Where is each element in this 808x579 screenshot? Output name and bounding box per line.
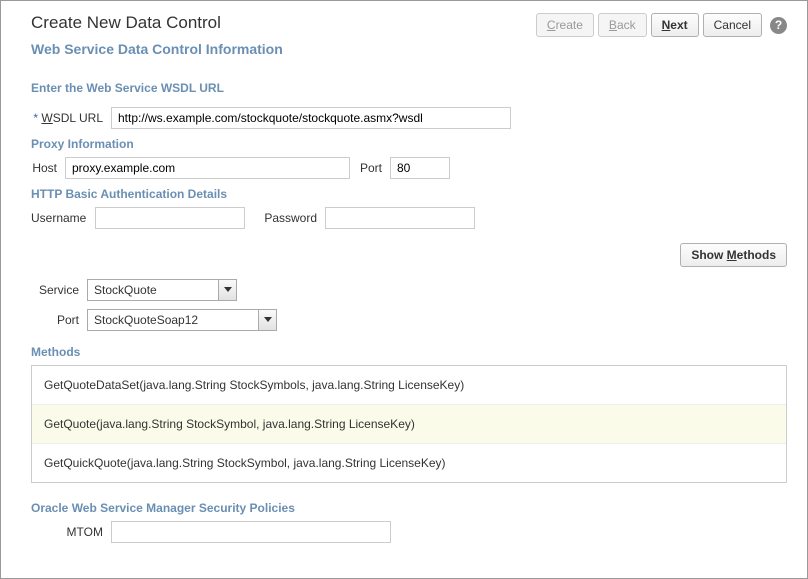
method-row[interactable]: GetQuote(java.lang.String StockSymbol, j… (32, 405, 786, 444)
chevron-down-icon[interactable] (218, 280, 236, 300)
method-row[interactable]: GetQuoteDataSet(java.lang.String StockSy… (32, 366, 786, 405)
password-input[interactable] (325, 207, 475, 229)
section-owsm: Oracle Web Service Manager Security Poli… (31, 501, 787, 515)
wsdl-url-input[interactable] (111, 107, 511, 129)
username-label: Username (31, 211, 95, 225)
wsdl-url-label: * WSDL URL (31, 111, 111, 125)
wizard-buttons: Create Back Next Cancel ? (536, 13, 787, 37)
service-label: Service (31, 283, 87, 297)
back-button: Back (598, 13, 647, 37)
svc-port-select[interactable]: StockQuoteSoap12 (87, 309, 277, 331)
method-row[interactable]: GetQuickQuote(java.lang.String StockSymb… (32, 444, 786, 482)
section-proxy: Proxy Information (31, 137, 787, 151)
svc-port-label: Port (31, 313, 87, 327)
mtom-label: MTOM (31, 525, 111, 539)
port-label: Port (350, 161, 390, 175)
password-label: Password (245, 211, 325, 225)
next-button[interactable]: Next (651, 13, 699, 37)
mtom-input[interactable] (111, 521, 391, 543)
service-select-value: StockQuote (88, 280, 218, 300)
methods-list: GetQuoteDataSet(java.lang.String StockSy… (31, 365, 787, 483)
section-wsdl: Enter the Web Service WSDL URL (31, 81, 787, 95)
help-icon[interactable]: ? (770, 17, 787, 34)
service-select[interactable]: StockQuote (87, 279, 237, 301)
section-methods: Methods (31, 345, 787, 359)
subtitle: Web Service Data Control Information (31, 41, 787, 57)
section-auth: HTTP Basic Authentication Details (31, 187, 787, 201)
host-input[interactable] (65, 157, 350, 179)
create-button: Create (536, 13, 594, 37)
username-input[interactable] (95, 207, 245, 229)
host-label: Host (31, 161, 65, 175)
cancel-button[interactable]: Cancel (703, 13, 762, 37)
page-title: Create New Data Control (31, 13, 221, 33)
port-input[interactable] (390, 157, 450, 179)
show-methods-button[interactable]: Show Methods (680, 243, 787, 267)
chevron-down-icon[interactable] (258, 310, 276, 330)
svc-port-select-value: StockQuoteSoap12 (88, 310, 258, 330)
